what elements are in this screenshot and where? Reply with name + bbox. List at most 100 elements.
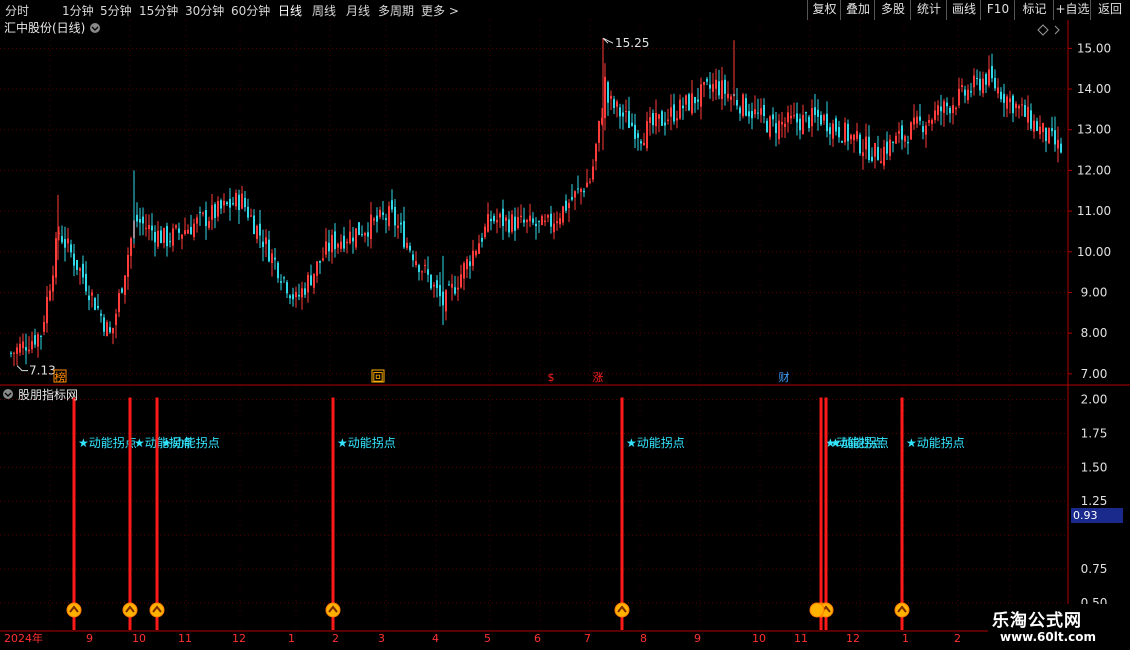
candle-body: [658, 114, 660, 119]
toolbar-period-8[interactable]: 月线: [346, 2, 370, 19]
candle-body: [622, 112, 624, 117]
candle-body: [25, 347, 27, 351]
candle-body: [1003, 93, 1005, 103]
toolbar-period-0[interactable]: 分时: [5, 2, 29, 19]
candle-body: [148, 225, 150, 230]
toolbar-period-1[interactable]: 1分钟: [62, 2, 94, 19]
candle-body: [646, 121, 648, 149]
candle-body: [889, 139, 891, 157]
candle-body: [604, 76, 606, 118]
toolbar-period-7[interactable]: 周线: [312, 2, 336, 19]
candle-body: [52, 275, 54, 292]
candle-body: [187, 229, 189, 234]
candle-body: [1012, 95, 1014, 114]
candle-body: [985, 73, 987, 85]
toolbar-action-0[interactable]: 复权: [807, 0, 841, 20]
event-marker-3[interactable]: 涨: [593, 371, 604, 384]
candle-body: [454, 287, 456, 294]
toolbar-action-7[interactable]: +自选: [1053, 0, 1091, 20]
toolbar-period-4[interactable]: 30分钟: [185, 2, 224, 19]
candle-body: [883, 146, 885, 166]
candle-body: [517, 217, 519, 228]
candle-body: [802, 114, 804, 135]
candle-body: [718, 81, 720, 96]
candle-body: [997, 87, 999, 94]
toolbar-period-10[interactable]: 更多 >: [421, 2, 459, 19]
candle-body: [865, 136, 867, 150]
candle-body: [790, 115, 792, 119]
candle-body: [370, 214, 372, 240]
candle-body: [274, 257, 276, 260]
indicator-collapse-icon[interactable]: [3, 389, 13, 399]
candle-body: [919, 116, 921, 121]
candle-body: [682, 105, 684, 109]
candle-body: [541, 216, 543, 226]
candle-body: [49, 290, 51, 301]
signal-label: ★动能拐点: [830, 435, 889, 450]
candle-body: [1060, 143, 1062, 153]
candle-body: [1057, 139, 1059, 149]
candle-body: [70, 244, 72, 253]
candle-body: [130, 238, 132, 256]
candle-body: [163, 227, 165, 243]
ind-y-tick-label: 0.75: [1081, 562, 1108, 576]
event-marker-4[interactable]: 财: [779, 370, 790, 384]
candle-body: [973, 75, 975, 88]
candle-body: [838, 127, 840, 138]
x-tick-label: 2: [954, 632, 961, 645]
candle-body: [253, 215, 255, 235]
candle-body: [667, 119, 669, 121]
x-tick-label: 12: [846, 632, 860, 645]
toolbar-action-1[interactable]: 叠加: [840, 0, 875, 20]
toolbar-action-8[interactable]: 返回: [1090, 0, 1129, 20]
toolbar-action-5[interactable]: F10: [980, 0, 1015, 20]
candle-body: [118, 293, 120, 313]
candle-body: [976, 78, 978, 80]
candle-body: [61, 236, 63, 243]
main-y-tick-label: 15.00: [1077, 41, 1111, 55]
toolbar-period-6[interactable]: 日线: [278, 2, 302, 19]
candle-body: [244, 197, 246, 208]
candle-body: [892, 142, 894, 144]
candle-body: [361, 234, 363, 236]
toolbar-period-5[interactable]: 60分钟: [231, 2, 270, 19]
candle-body: [142, 216, 144, 224]
toolbar-action-6[interactable]: 标记: [1014, 0, 1054, 20]
toolbar-action-2[interactable]: 多股: [874, 0, 911, 20]
x-tick-label: 6: [534, 632, 541, 645]
candle-body: [439, 285, 441, 297]
event-marker-0[interactable]: 榜: [55, 370, 66, 384]
toolbar-action-3[interactable]: 统计: [910, 0, 947, 20]
candle-body: [643, 142, 645, 146]
candle-body: [196, 217, 198, 224]
candle-body: [583, 190, 585, 193]
candle-body: [1021, 104, 1023, 106]
candle-body: [736, 100, 738, 106]
candle-body: [406, 242, 408, 249]
x-tick-label: 7: [584, 632, 591, 645]
candle-body: [904, 136, 906, 142]
main-collapse-icon[interactable]: [90, 23, 100, 33]
candle-body: [151, 225, 153, 231]
candle-body: [166, 226, 168, 247]
candle-body: [40, 335, 42, 337]
candle-body: [304, 288, 306, 295]
event-marker-1[interactable]: 回: [373, 371, 384, 384]
up-arrow-icon: [149, 602, 165, 618]
candle-body: [550, 213, 552, 227]
candle-body: [886, 141, 888, 154]
candle-body: [847, 123, 849, 142]
event-marker-2[interactable]: $: [548, 371, 555, 384]
candle-body: [1042, 123, 1044, 133]
candle-body: [217, 201, 219, 217]
toolbar-period-9[interactable]: 多周期: [378, 2, 414, 19]
toolbar-action-4[interactable]: 画线: [946, 0, 981, 20]
candle-body: [391, 200, 393, 210]
candle-body: [268, 239, 270, 262]
toolbar-period-3[interactable]: 15分钟: [139, 2, 178, 19]
x-tick-label: 10: [752, 632, 766, 645]
candle-body: [289, 295, 291, 299]
x-tick-label: 2: [332, 632, 339, 645]
toolbar-period-2[interactable]: 5分钟: [100, 2, 132, 19]
candle-body: [610, 95, 612, 99]
